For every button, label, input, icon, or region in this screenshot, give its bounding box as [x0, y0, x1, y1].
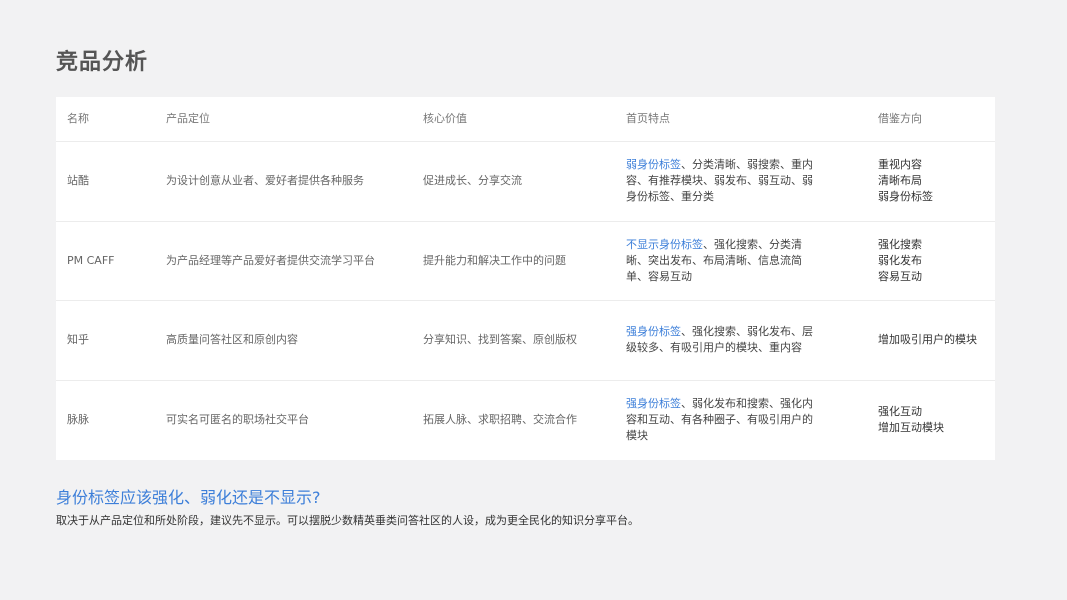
product-reference: 重视内容 清晰布局 弱身份标签: [878, 158, 933, 204]
product-name: 脉脉: [67, 413, 89, 427]
feature-highlight: 强身份标签: [626, 325, 681, 339]
product-value: 拓展人脉、求职招聘、交流合作: [423, 413, 577, 427]
header-name: 名称: [67, 112, 89, 125]
product-reference: 增加吸引用户的模块: [878, 333, 977, 347]
page-title: 竞品分析: [56, 50, 149, 75]
product-reference: 强化搜索 弱化发布 容易互动: [878, 237, 922, 283]
header-value: 核心价值: [423, 112, 467, 125]
product-features: 不显示身份标签、强化搜索、分类清晰、突出发布、布局清晰、信息流简单、容易互动: [615, 237, 867, 285]
conclusion-question: 身份标签应该强化、弱化还是不显示?: [56, 488, 321, 507]
product-value: 提升能力和解决工作中的问题: [423, 253, 566, 267]
product-position: 为设计创意从业者、爱好者提供各种服务: [166, 174, 364, 188]
product-position: 高质量问答社区和原创内容: [166, 333, 298, 347]
product-position: 为产品经理等产品爱好者提供交流学习平台: [166, 253, 375, 267]
product-features: 强身份标签、强化搜索、弱化发布、层级较多、有吸引用户的模块、重内容: [615, 324, 867, 356]
competitor-table: 名称 产品定位 核心价值 首页特点 借鉴方向 站酷 为设计创意从业者、爱好者提供…: [56, 97, 995, 460]
table-header-row: 名称 产品定位 核心价值 首页特点 借鉴方向: [56, 97, 995, 142]
table-row: 知乎 高质量问答社区和原创内容 分享知识、找到答案、原创版权 强身份标签、强化搜…: [56, 301, 995, 381]
conclusion-answer: 取决于从产品定位和所处阶段，建议先不显示。可以摆脱少数精英垂类问答社区的人设，成…: [56, 514, 639, 527]
feature-highlight: 不显示身份标签: [626, 237, 703, 251]
header-reference: 借鉴方向: [878, 112, 922, 125]
product-features: 强身份标签、弱化发布和搜索、强化内容和互动、有各种圈子、有吸引用户的模块: [615, 396, 867, 444]
product-name: 知乎: [67, 333, 89, 347]
feature-highlight: 强身份标签: [626, 397, 681, 411]
product-value: 促进成长、分享交流: [423, 174, 522, 188]
feature-highlight: 弱身份标签: [626, 158, 681, 172]
header-features: 首页特点: [626, 112, 670, 125]
table-row: PM CAFF 为产品经理等产品爱好者提供交流学习平台 提升能力和解决工作中的问…: [56, 222, 995, 301]
product-position: 可实名可匿名的职场社交平台: [166, 413, 309, 427]
table-row: 站酷 为设计创意从业者、爱好者提供各种服务 促进成长、分享交流 弱身份标签、分类…: [56, 142, 995, 222]
header-position: 产品定位: [166, 112, 210, 125]
product-reference: 强化互动 增加互动模块: [878, 405, 944, 435]
product-features: 弱身份标签、分类清晰、弱搜索、重内容、有推荐模块、弱发布、弱互动、弱身份标签、重…: [615, 157, 867, 205]
table-row: 脉脉 可实名可匿名的职场社交平台 拓展人脉、求职招聘、交流合作 强身份标签、弱化…: [56, 381, 995, 461]
product-name: 站酷: [67, 174, 89, 188]
product-name: PM CAFF: [67, 253, 115, 267]
product-value: 分享知识、找到答案、原创版权: [423, 333, 577, 347]
